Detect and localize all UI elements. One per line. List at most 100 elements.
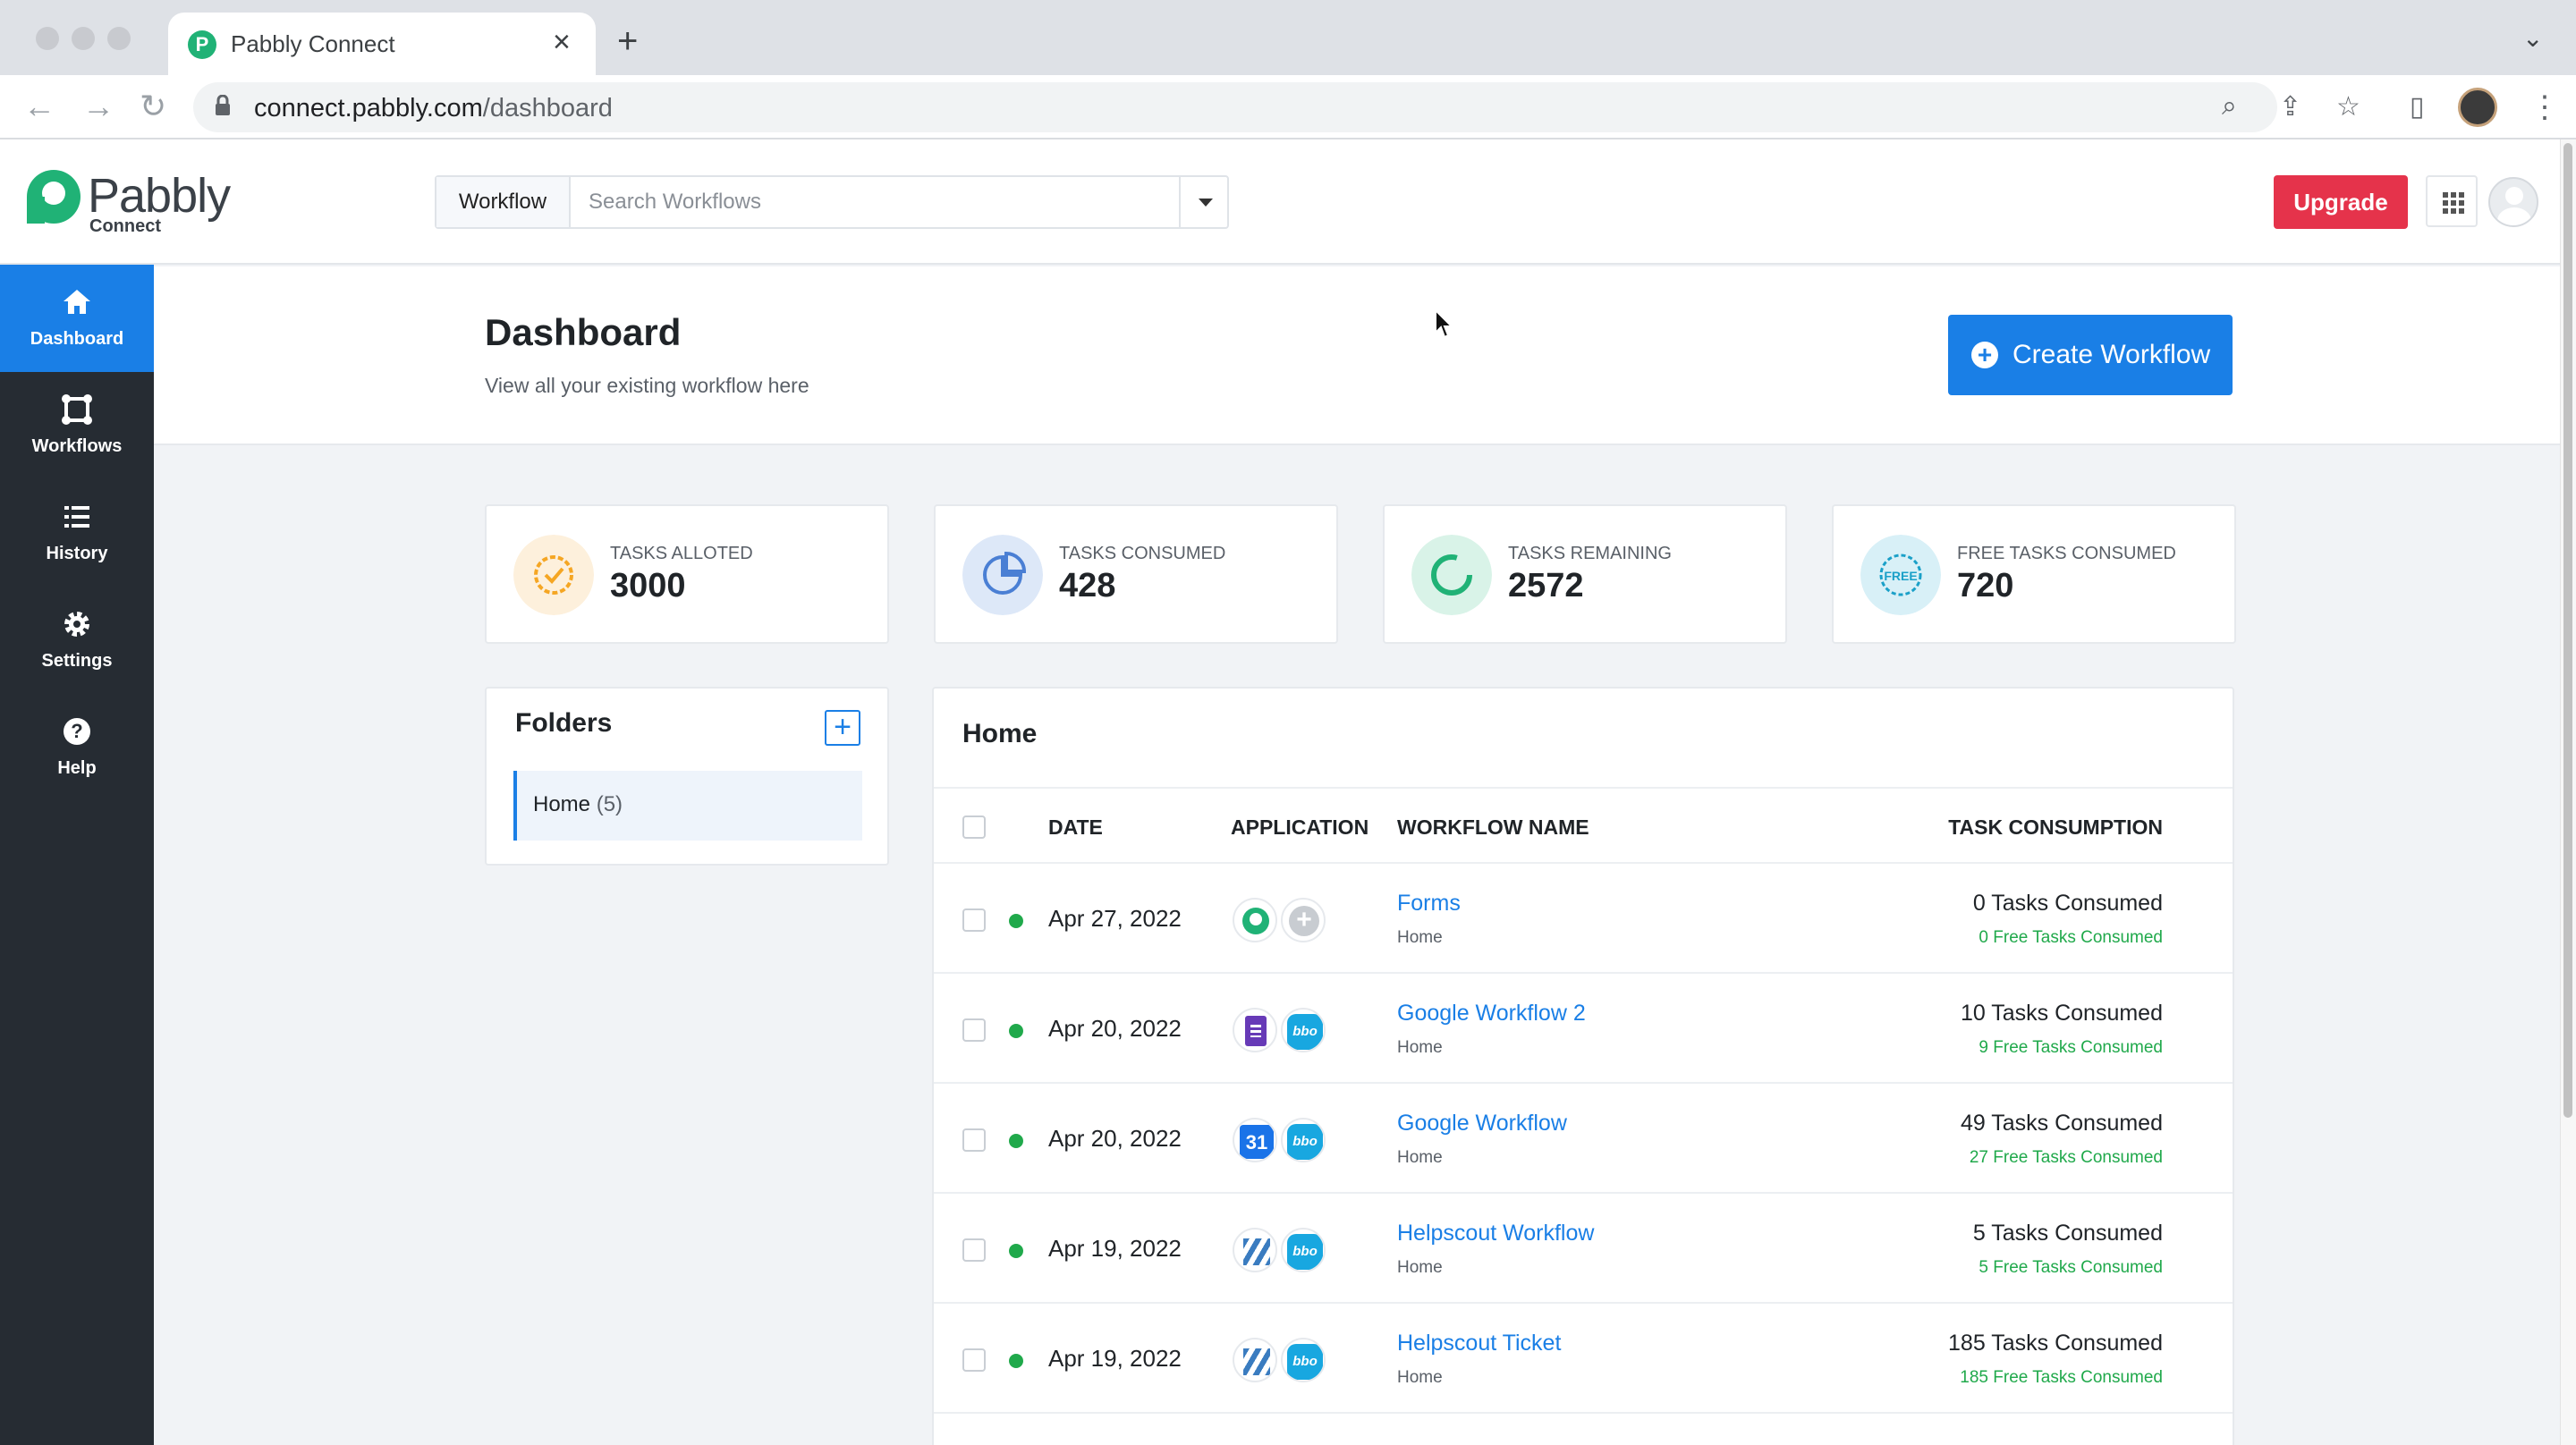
- workflow-name-link[interactable]: Helpscout Workflow: [1397, 1221, 1594, 1246]
- url-host: connect.pabbly.com: [254, 94, 483, 123]
- browser-profile-avatar[interactable]: [2458, 88, 2497, 127]
- page-title: Dashboard: [485, 311, 682, 353]
- table-row: Apr 27, 2022 + Forms Home 0 Tasks Consum…: [934, 864, 2233, 974]
- row-checkbox[interactable]: [962, 1348, 986, 1372]
- row-date: Apr 19, 2022: [1048, 1235, 1182, 1262]
- column-header-workflow-name[interactable]: WORKFLOW NAME: [1397, 815, 1589, 840]
- pie-chart-icon: [962, 535, 1043, 615]
- row-date: Apr 19, 2022: [1048, 1345, 1182, 1372]
- workflow-name-link[interactable]: Google Workflow: [1397, 1111, 1567, 1137]
- stat-label: Tasks Remaining: [1508, 544, 1672, 563]
- logo-text: Pabbly: [88, 169, 231, 223]
- stat-value: 428: [1059, 567, 1116, 604]
- table-row: Apr 20, 2022 bbo Google Workflow 2 Home …: [934, 974, 2233, 1084]
- stat-value: 2572: [1508, 567, 1584, 604]
- chevron-down-icon[interactable]: [1179, 177, 1229, 227]
- window-zoom-dot[interactable]: [107, 27, 131, 50]
- badge-check-icon: [513, 535, 594, 615]
- folder-count: (5): [596, 792, 623, 816]
- workflow-name-link[interactable]: Helpscout Ticket: [1397, 1331, 1561, 1356]
- upgrade-button[interactable]: Upgrade: [2274, 175, 2408, 229]
- zoom-icon[interactable]: ⌕: [2222, 91, 2237, 122]
- helpscout-icon: [1233, 1338, 1277, 1382]
- apps-grid-icon[interactable]: [2426, 175, 2478, 227]
- status-active-dot: [1009, 1134, 1023, 1148]
- sidebar-item-history[interactable]: History: [0, 479, 154, 587]
- workflow-search: Workflow: [435, 175, 1229, 229]
- row-checkbox[interactable]: [962, 908, 986, 932]
- plus-icon: +: [1281, 898, 1326, 942]
- add-folder-button[interactable]: +: [825, 710, 860, 746]
- workflow-folder: Home: [1397, 1148, 1443, 1167]
- workflow-name-link[interactable]: Forms: [1397, 891, 1461, 917]
- workflows-panel: Home DATE APPLICATION WORKFLOW NAME TASK…: [932, 687, 2234, 1445]
- browser-tab[interactable]: P Pabbly Connect ×: [168, 13, 596, 75]
- sidebar-item-workflows[interactable]: Workflows: [0, 372, 154, 479]
- svg-text:?: ?: [71, 720, 82, 742]
- column-header-application: APPLICATION: [1231, 815, 1369, 839]
- stat-value: 3000: [610, 567, 686, 604]
- page-header: Dashboard View all your existing workflo…: [154, 266, 2560, 445]
- share-icon[interactable]: ⇪: [2279, 91, 2301, 123]
- back-icon[interactable]: ←: [23, 88, 55, 125]
- row-checkbox[interactable]: [962, 1018, 986, 1042]
- create-workflow-button[interactable]: + Create Workflow: [1948, 315, 2233, 395]
- sidebar-item-label: Help: [57, 758, 97, 778]
- workflow-folder: Home: [1397, 1258, 1443, 1277]
- sidebar-item-label: Workflows: [31, 436, 123, 456]
- page-scrollbar-thumb[interactable]: [2563, 143, 2572, 1118]
- window-close-dot[interactable]: [36, 27, 59, 50]
- workflow-name-link[interactable]: Google Workflow 2: [1397, 1001, 1586, 1027]
- side-panel-icon[interactable]: ▯: [2410, 91, 2425, 123]
- folder-name: Home: [533, 792, 591, 816]
- status-active-dot: [1009, 1244, 1023, 1258]
- workflow-folder: Home: [1397, 1038, 1443, 1057]
- sidebar-item-help[interactable]: ? Help: [0, 694, 154, 801]
- tasks-consumed: 49 Tasks Consumed: [1960, 1111, 2163, 1136]
- status-active-dot: [1009, 1354, 1023, 1368]
- pabbly-logo-stem: [27, 197, 45, 224]
- url-text: connect.pabbly.com/dashboard: [254, 94, 613, 123]
- tab-close-icon[interactable]: ×: [553, 25, 571, 60]
- forward-icon[interactable]: →: [82, 88, 114, 125]
- row-date: Apr 20, 2022: [1048, 1015, 1182, 1042]
- logo-subtext: Connect: [89, 216, 161, 236]
- browser-menu-icon[interactable]: ⋮: [2529, 89, 2560, 125]
- reload-icon[interactable]: ↻: [140, 88, 166, 125]
- history-icon: [64, 506, 89, 528]
- window-minimize-dot[interactable]: [72, 27, 95, 50]
- search-scope-label[interactable]: Workflow: [436, 177, 571, 227]
- row-date: Apr 27, 2022: [1048, 905, 1182, 932]
- row-checkbox[interactable]: [962, 1128, 986, 1152]
- sidebar-item-settings[interactable]: Settings: [0, 587, 154, 694]
- create-workflow-label: Create Workflow: [2012, 340, 2211, 369]
- folders-panel: Folders + Home (5): [485, 687, 889, 866]
- row-checkbox[interactable]: [962, 1238, 986, 1262]
- status-active-dot: [1009, 1024, 1023, 1038]
- tab-list-chevron-icon[interactable]: ⌄: [2522, 23, 2543, 53]
- stat-label: Tasks Alloted: [610, 544, 753, 563]
- column-header-task-consumption: TASK CONSUMPTION: [1948, 815, 2163, 839]
- sidebar-item-dashboard[interactable]: Dashboard: [0, 265, 154, 372]
- sidebar: Dashboard Workflows History Settings ? H…: [0, 265, 154, 1445]
- folder-item-home[interactable]: Home (5): [513, 771, 862, 841]
- table-row: Apr 20, 2022 31 bbo Google Workflow Home…: [934, 1084, 2233, 1194]
- browser-tabstrip: P Pabbly Connect × + ⌄: [0, 0, 2576, 75]
- free-tasks-consumed: 27 Free Tasks Consumed: [1969, 1148, 2163, 1167]
- helpscout-icon: [1233, 1228, 1277, 1272]
- bookmark-star-icon[interactable]: ☆: [2336, 91, 2360, 123]
- sidebar-item-label: Dashboard: [30, 329, 124, 349]
- url-path: /dashboard: [482, 94, 613, 123]
- app-header: Pabbly Connect Workflow Upgrade: [0, 139, 2560, 265]
- address-bar[interactable]: connect.pabbly.com/dashboard: [193, 82, 2277, 132]
- user-avatar[interactable]: [2488, 177, 2538, 227]
- app-icon: bbo: [1281, 1008, 1326, 1052]
- tasks-consumed: 10 Tasks Consumed: [1960, 1001, 2163, 1026]
- select-all-checkbox[interactable]: [962, 815, 986, 839]
- new-tab-icon[interactable]: +: [617, 21, 638, 62]
- search-input[interactable]: [572, 177, 1163, 227]
- status-active-dot: [1009, 914, 1023, 928]
- app-icon: bbo: [1281, 1228, 1326, 1272]
- column-header-date[interactable]: DATE: [1048, 815, 1103, 840]
- free-tasks-consumed: 0 Free Tasks Consumed: [1979, 928, 2163, 947]
